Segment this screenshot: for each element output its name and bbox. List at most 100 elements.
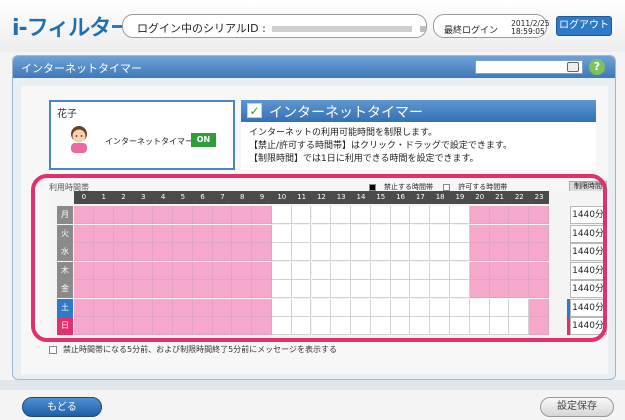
time-slot[interactable]: [489, 298, 510, 317]
time-slot[interactable]: [212, 206, 233, 224]
time-slot[interactable]: [489, 280, 510, 298]
time-slot[interactable]: [93, 298, 114, 317]
time-slot[interactable]: [410, 317, 431, 335]
time-slot[interactable]: [331, 317, 352, 335]
time-slot[interactable]: [153, 206, 173, 224]
timer-enabled-checkbox-icon[interactable]: ✓: [247, 103, 262, 118]
time-slot[interactable]: [192, 224, 213, 243]
time-slot[interactable]: [410, 206, 431, 224]
time-slot[interactable]: [252, 298, 272, 317]
time-slot[interactable]: [469, 298, 490, 317]
search-icon[interactable]: [567, 62, 579, 72]
time-slot[interactable]: [489, 261, 510, 280]
time-slot[interactable]: [509, 317, 530, 335]
time-slot[interactable]: [271, 298, 292, 317]
time-slot[interactable]: [93, 206, 114, 224]
time-slot[interactable]: [370, 317, 391, 335]
time-slot[interactable]: [113, 317, 134, 335]
time-slot[interactable]: [252, 317, 272, 335]
time-slot[interactable]: [232, 298, 253, 317]
time-slot[interactable]: [529, 206, 549, 224]
time-slot[interactable]: [113, 224, 134, 243]
time-slot[interactable]: [489, 206, 510, 224]
time-slot[interactable]: [93, 261, 114, 280]
time-slot[interactable]: [252, 280, 272, 298]
time-slot[interactable]: [153, 280, 173, 298]
daily-limit-input[interactable]: 1440分: [570, 206, 607, 224]
time-slot[interactable]: [192, 206, 213, 224]
time-slot[interactable]: [390, 243, 411, 261]
time-slot[interactable]: [410, 298, 431, 317]
time-slot[interactable]: [93, 224, 114, 243]
panel-search-input[interactable]: [475, 60, 583, 74]
time-slot[interactable]: [529, 280, 549, 298]
time-slot[interactable]: [370, 280, 391, 298]
time-slot[interactable]: [351, 298, 371, 317]
back-button[interactable]: もどる: [22, 397, 102, 417]
daily-limit-input[interactable]: 1440分: [570, 298, 607, 317]
time-slot[interactable]: [370, 298, 391, 317]
time-slot[interactable]: [93, 317, 114, 335]
daily-limit-input[interactable]: 1440分: [570, 280, 607, 298]
time-slot[interactable]: [271, 224, 292, 243]
time-slot[interactable]: [74, 206, 94, 224]
time-slot[interactable]: [489, 317, 510, 335]
time-slot[interactable]: [469, 261, 490, 280]
time-slot[interactable]: [331, 261, 352, 280]
time-slot[interactable]: [529, 243, 549, 261]
time-slot[interactable]: [113, 280, 134, 298]
save-settings-button[interactable]: 設定保存: [540, 397, 614, 417]
time-slot[interactable]: [311, 298, 332, 317]
time-slot[interactable]: [509, 261, 530, 280]
time-slot[interactable]: [271, 261, 292, 280]
time-slot[interactable]: [390, 280, 411, 298]
time-slot[interactable]: [172, 317, 193, 335]
time-slot[interactable]: [232, 317, 253, 335]
time-slot[interactable]: [370, 243, 391, 261]
time-slot[interactable]: [153, 243, 173, 261]
time-slot[interactable]: [390, 298, 411, 317]
time-slot[interactable]: [331, 224, 352, 243]
time-slot[interactable]: [172, 206, 193, 224]
time-slot[interactable]: [351, 206, 371, 224]
time-slot[interactable]: [331, 206, 352, 224]
help-icon[interactable]: ?: [589, 59, 605, 75]
daily-limit-input[interactable]: 1440分: [570, 317, 607, 335]
time-slot[interactable]: [172, 280, 193, 298]
time-slot[interactable]: [113, 298, 134, 317]
time-slot[interactable]: [489, 224, 510, 243]
time-slot[interactable]: [172, 243, 193, 261]
time-slot[interactable]: [430, 206, 451, 224]
time-slot[interactable]: [212, 317, 233, 335]
time-slot[interactable]: [311, 317, 332, 335]
time-slot[interactable]: [192, 280, 213, 298]
logout-button[interactable]: ログアウト: [556, 16, 612, 36]
time-slot[interactable]: [133, 280, 154, 298]
time-slot[interactable]: [113, 261, 134, 280]
time-slot[interactable]: [232, 224, 253, 243]
time-slot[interactable]: [153, 317, 173, 335]
time-slot[interactable]: [351, 224, 371, 243]
time-slot[interactable]: [410, 224, 431, 243]
time-slot[interactable]: [450, 280, 470, 298]
notice-checkbox[interactable]: [49, 345, 57, 354]
daily-limit-input[interactable]: 1440分: [570, 261, 607, 280]
time-slot[interactable]: [469, 224, 490, 243]
time-slot[interactable]: [271, 206, 292, 224]
time-slot[interactable]: [74, 280, 94, 298]
time-slot[interactable]: [93, 243, 114, 261]
time-slot[interactable]: [410, 280, 431, 298]
time-slot[interactable]: [410, 261, 431, 280]
time-slot[interactable]: [390, 261, 411, 280]
time-slot[interactable]: [232, 243, 253, 261]
time-slot[interactable]: [172, 224, 193, 243]
time-slot[interactable]: [311, 243, 332, 261]
timer-status-badge[interactable]: ON: [191, 133, 216, 147]
daily-limit-input[interactable]: 1440分: [570, 243, 607, 261]
time-slot[interactable]: [529, 298, 549, 317]
time-slot[interactable]: [252, 243, 272, 261]
time-slot[interactable]: [331, 280, 352, 298]
time-slot[interactable]: [390, 224, 411, 243]
time-slot[interactable]: [430, 261, 451, 280]
time-slot[interactable]: [172, 298, 193, 317]
